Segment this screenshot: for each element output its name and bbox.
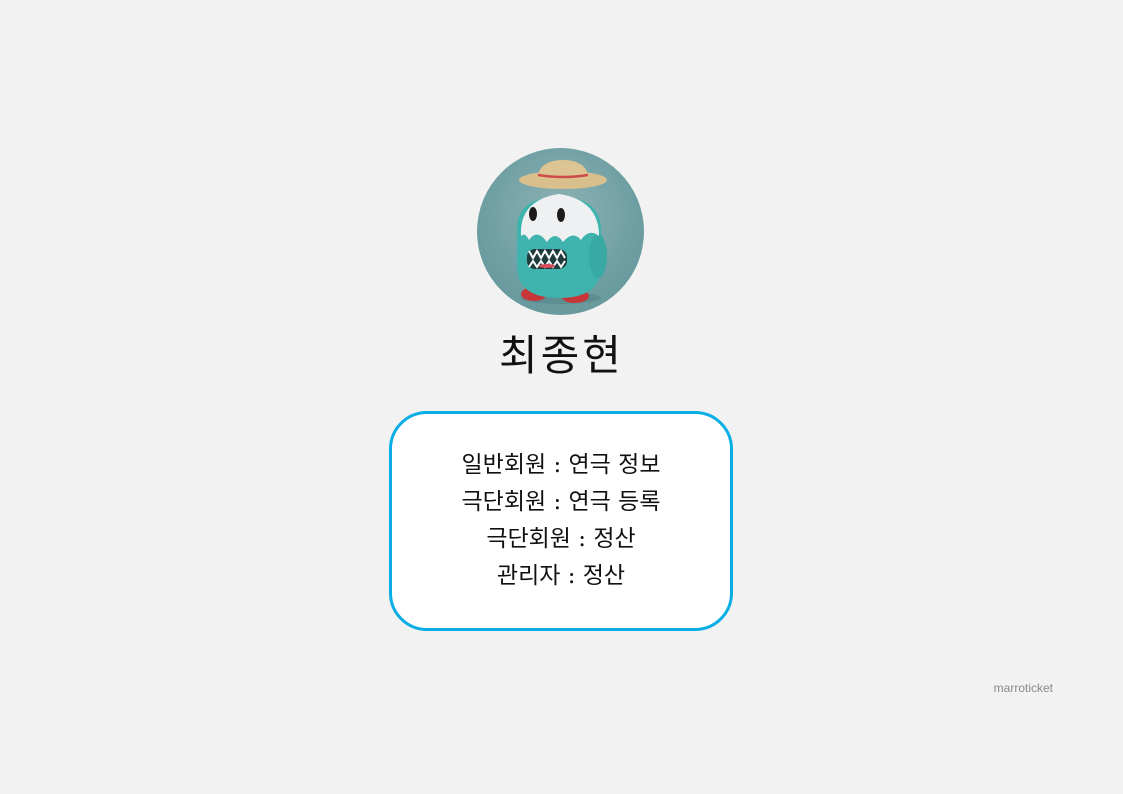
profile-name: 최종현 xyxy=(499,331,624,380)
role-info-line: 극단회원 : 정산 xyxy=(486,526,636,552)
brand-label: marroticket xyxy=(993,681,1053,695)
profile-avatar xyxy=(477,148,644,315)
role-info-box: 일반회원 : 연극 정보 극단회원 : 연극 등록 극단회원 : 정산 관리자 … xyxy=(389,411,733,631)
role-info-line: 일반회원 : 연극 정보 xyxy=(461,452,661,478)
role-info-line: 관리자 : 정산 xyxy=(496,563,626,589)
mascot-avatar-icon xyxy=(517,160,607,304)
role-info-line: 극단회원 : 연극 등록 xyxy=(461,489,661,515)
